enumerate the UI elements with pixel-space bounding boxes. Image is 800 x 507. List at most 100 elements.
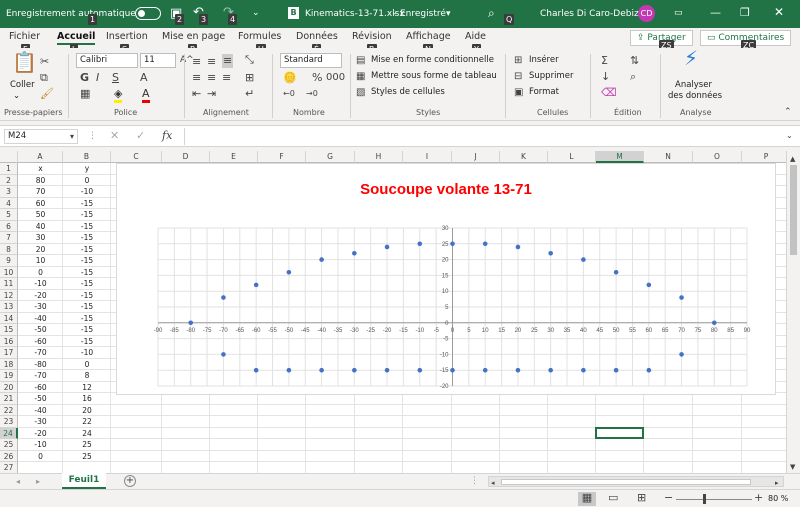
- row-header-24[interactable]: 24: [0, 427, 18, 439]
- tab-affichage[interactable]: Affichage: [406, 31, 451, 42]
- row-header-23[interactable]: 23: [0, 416, 18, 428]
- column-header-c[interactable]: C: [111, 151, 162, 163]
- prev-sheet-icon[interactable]: ◂: [16, 476, 20, 488]
- tab-fichier[interactable]: Fichier: [9, 31, 40, 42]
- cell-a6[interactable]: 40: [18, 221, 63, 233]
- italic-icon[interactable]: I: [96, 72, 99, 84]
- cancel-icon[interactable]: ✕: [110, 130, 119, 142]
- zoom-slider[interactable]: [676, 499, 752, 500]
- expand-formula-icon[interactable]: ⌄: [786, 130, 793, 142]
- cell-a22[interactable]: -40: [18, 405, 63, 417]
- collapse-ribbon-icon[interactable]: ⌃: [784, 106, 792, 118]
- cell-b7[interactable]: -15: [63, 232, 111, 244]
- cell-a1[interactable]: x: [18, 163, 63, 175]
- cell-b20[interactable]: 12: [63, 382, 111, 394]
- analyze-label-2[interactable]: des données: [668, 91, 722, 101]
- avatar[interactable]: CD: [638, 5, 655, 22]
- number-format-select[interactable]: Standard: [280, 53, 342, 68]
- cell-b13[interactable]: -15: [63, 301, 111, 313]
- wrap-text-icon[interactable]: ↵: [245, 88, 254, 100]
- clear-icon[interactable]: ⌫: [601, 87, 617, 99]
- search-icon[interactable]: ⌕: [488, 6, 495, 21]
- cell-a9[interactable]: 10: [18, 255, 63, 267]
- align-top-icon[interactable]: ≡: [192, 56, 201, 68]
- cell-a23[interactable]: -30: [18, 416, 63, 428]
- row-header-3[interactable]: 3: [0, 186, 18, 198]
- row-header-1[interactable]: 1: [0, 163, 18, 175]
- row-header-14[interactable]: 14: [0, 312, 18, 324]
- function-icon[interactable]: fx: [162, 130, 172, 142]
- horizontal-scroll-thumb[interactable]: [501, 479, 751, 485]
- analyze-label-1[interactable]: Analyser: [675, 80, 712, 90]
- cell-b11[interactable]: -15: [63, 278, 111, 290]
- analyze-data-icon[interactable]: ⚡: [684, 48, 698, 68]
- row-header-9[interactable]: 9: [0, 255, 18, 267]
- name-box-dropdown-icon[interactable]: ▾: [70, 131, 74, 143]
- close-icon[interactable]: ✕: [774, 5, 784, 19]
- cell-b5[interactable]: -15: [63, 209, 111, 221]
- font-shrink-icon[interactable]: A: [140, 72, 148, 84]
- borders-icon[interactable]: ▦: [80, 88, 90, 100]
- row-header-2[interactable]: 2: [0, 174, 18, 186]
- row-header-5[interactable]: 5: [0, 209, 18, 221]
- row-header-7[interactable]: 7: [0, 232, 18, 244]
- cell-b16[interactable]: -15: [63, 336, 111, 348]
- select-all-corner[interactable]: [0, 151, 18, 163]
- cell-a3[interactable]: 70: [18, 186, 63, 198]
- currency-icon[interactable]: 🪙: [283, 72, 297, 84]
- cell-b4[interactable]: -15: [63, 198, 111, 210]
- column-header-o[interactable]: O: [693, 151, 742, 163]
- bold-icon[interactable]: G: [80, 72, 89, 84]
- sort-filter-icon[interactable]: ⇅: [630, 55, 639, 67]
- row-header-10[interactable]: 10: [0, 266, 18, 278]
- cell-styles-button[interactable]: Styles de cellules: [371, 87, 445, 97]
- cell-a8[interactable]: 20: [18, 244, 63, 256]
- page-layout-icon[interactable]: ▭: [608, 492, 618, 504]
- underline-icon[interactable]: S: [112, 72, 119, 84]
- autosum-icon[interactable]: Σ: [601, 55, 608, 67]
- increase-decimal-icon[interactable]: ←0: [283, 88, 295, 100]
- cell-b24[interactable]: 24: [63, 428, 111, 440]
- decrease-indent-icon[interactable]: ⇤: [192, 88, 201, 100]
- column-header-l[interactable]: L: [548, 151, 596, 163]
- cell-b8[interactable]: -15: [63, 244, 111, 256]
- enter-icon[interactable]: ✓: [136, 130, 145, 142]
- column-header-n[interactable]: N: [644, 151, 693, 163]
- formula-input[interactable]: [184, 128, 768, 145]
- add-sheet-icon[interactable]: +: [124, 475, 136, 487]
- more-icon[interactable]: ⋮: [88, 130, 97, 142]
- cell-a20[interactable]: -60: [18, 382, 63, 394]
- fill-color-icon[interactable]: ◈: [114, 88, 123, 103]
- selected-cell[interactable]: [595, 426, 644, 439]
- scroll-down-icon[interactable]: ▼: [790, 461, 795, 473]
- column-header-j[interactable]: J: [452, 151, 500, 163]
- font-size-select[interactable]: 11: [140, 53, 176, 68]
- copy-icon[interactable]: ⧉: [40, 72, 48, 84]
- tab-insertion[interactable]: Insertion: [106, 31, 148, 42]
- row-header-11[interactable]: 11: [0, 278, 18, 290]
- column-header-k[interactable]: K: [500, 151, 548, 163]
- cell-b14[interactable]: -15: [63, 313, 111, 325]
- cell-a25[interactable]: -10: [18, 439, 63, 451]
- cell-b26[interactable]: 25: [63, 451, 111, 463]
- column-header-e[interactable]: E: [210, 151, 258, 163]
- minimize-icon[interactable]: —: [710, 6, 721, 19]
- row-header-16[interactable]: 16: [0, 335, 18, 347]
- column-header-a[interactable]: A: [18, 151, 63, 163]
- cell-a17[interactable]: -70: [18, 347, 63, 359]
- zoom-level[interactable]: 80 %: [768, 494, 788, 503]
- vertical-scrollbar[interactable]: ▲ ▼: [786, 151, 800, 473]
- cell-a14[interactable]: -40: [18, 313, 63, 325]
- decrease-decimal-icon[interactable]: →0: [306, 88, 318, 100]
- cell-b9[interactable]: -15: [63, 255, 111, 267]
- chart[interactable]: Soucoupe volante 13-71 -90 -85 -80 -75 -70 -6…: [116, 163, 776, 395]
- zoom-in-icon[interactable]: +: [754, 492, 763, 504]
- column-header-g[interactable]: G: [306, 151, 355, 163]
- increase-indent-icon[interactable]: ⇥: [207, 88, 216, 100]
- cell-b25[interactable]: 25: [63, 439, 111, 451]
- row-header-21[interactable]: 21: [0, 393, 18, 405]
- row-header-8[interactable]: 8: [0, 243, 18, 255]
- maximize-icon[interactable]: ❐: [740, 6, 750, 19]
- cell-b23[interactable]: 22: [63, 416, 111, 428]
- paste-label[interactable]: Coller: [10, 80, 35, 90]
